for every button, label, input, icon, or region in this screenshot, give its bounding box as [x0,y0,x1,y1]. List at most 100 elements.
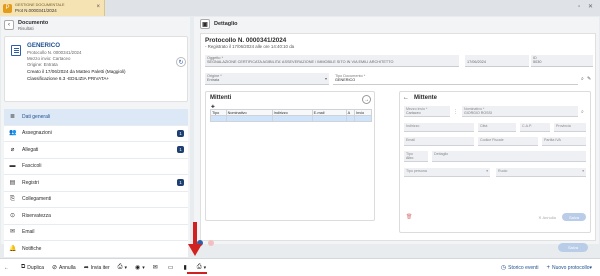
arrow-left-icon[interactable]: ← [403,95,411,103]
email-action[interactable]: ✉ [153,264,160,271]
nav-label: Collegamenti [22,196,52,203]
cap-field[interactable]: C.A.P. [520,123,550,132]
history-icon: ◷ [500,265,507,271]
nav-item-notifiche[interactable]: 🔔 Notifiche [4,241,188,258]
document-summary-card: GENERICO Protocollo N. 0000341/2024 Mezz… [4,36,188,102]
email-field[interactable]: Email [404,137,474,146]
field-label: Email [406,138,415,142]
mittente-detail: ← Mittente Mezzo invio * Cartaceo ⋮ Nomi… [399,91,591,233]
search-icon[interactable]: ⌕ [581,109,584,115]
origine-select[interactable]: Origine * Entrata ▾ [205,73,329,85]
field-value: Altro [406,156,414,160]
close-tab-icon[interactable]: × [96,4,100,10]
oggetto-field[interactable]: Oggetto * SEGNALAZIONE CERTIFICATA AGIBI… [205,55,459,67]
mezzo-invio-select[interactable]: Mezzo invio * Cartaceo [404,106,450,117]
nuovo-protocollo-button[interactable]: + Nuovo protocollo ▾ [546,265,592,271]
window-controls[interactable]: ▫ ✕ [578,3,596,10]
duplica-button[interactable]: ⧉ Duplica [21,264,44,271]
nav-label: Notifiche [22,245,42,252]
bell-icon: 🔔 [9,245,17,252]
chevron-down-icon: ▾ [582,169,584,173]
field-value: Cartaceo [406,111,421,115]
search-icon[interactable]: ⌕ [581,76,584,82]
chevron-down-icon: ▾ [124,264,127,271]
button-label: Duplica [27,264,44,271]
back-button[interactable]: ‹ [4,20,14,30]
field-label: C.A.P. [522,124,532,128]
tipo-documento-field[interactable]: Tipo Documento * GENERICO [333,73,578,85]
stamp-icon: ⎙ [117,264,123,270]
origin: Origine: Entrata [27,62,58,67]
annulla-button[interactable]: ✕ Annulla [534,213,560,221]
link-icon: ⎘ [10,196,15,203]
send-method: Mezzo invio: Cartaceo [27,56,71,61]
nav-label: Fascicoli [22,163,42,170]
annulla-protocollo-button[interactable]: ⊘ Annulla [52,264,76,272]
field-label: Codice Fiscale [480,138,504,142]
copy-icon: ⧉ [21,264,26,270]
field-value: GIORGIO ROSSI [464,111,492,115]
more-icon[interactable]: ⋮ [453,109,458,115]
action-toolbar: ← ⧉ Duplica ⊘ Annulla ➦ Invia iter ⎙ ▾ ◉ ▾ ✉ … [0,258,600,276]
nominativo-field[interactable]: Nominativo * GIORGIO ROSSI [462,106,578,117]
button-label: Nuovo protocollo [551,264,590,271]
nav-item-email[interactable]: ✉ Email [4,224,188,241]
field-label: Indirizzo [406,124,420,128]
document-type-title: GENERICO [27,42,61,49]
annotation-underline [187,272,207,274]
menu-icon[interactable]: ← [4,265,9,271]
partita-iva-field[interactable]: Partita IVA [542,137,586,146]
storico-eventi-button[interactable]: ◷ Storico eventi [500,264,539,272]
table-cell [345,115,356,122]
protocol-form: Protocollo N. 0000341/2024 - Registrato … [200,33,596,241]
table-cell [311,115,347,122]
button-label: Storico eventi [508,264,539,271]
tipo-select[interactable]: Tipo Altro [404,151,428,162]
nav-item-assegnazioni[interactable]: 👥 Assegnazioni 1 [4,125,188,142]
nav-item-dati-generali[interactable]: ≣ Dati generali [4,109,188,126]
collapse-icon[interactable]: ▣ [200,19,210,29]
nav-label: Riservatezza [22,212,51,219]
nav-item-collegamenti[interactable]: ⎘ Collegamenti [4,191,188,208]
stamp-dropdown[interactable]: ⎙ ▾ [118,264,127,271]
mittenti-section: Mittenti → ✚ Tipo Nominativo Indirizzo E… [205,91,375,221]
table-row[interactable] [210,115,372,122]
refresh-icon[interactable]: ↻ [176,57,186,67]
nav-item-registri[interactable]: ▤ Registri 1 [4,175,188,192]
tipo-persona-select[interactable]: Tipo persona ▾ [404,168,490,177]
invia-iter-button[interactable]: ➦ Invia iter [84,264,110,272]
trash-icon[interactable]: 🗑 [406,214,412,220]
created-info: Creato il 17/06/2024 da Matteo Paletti (… [27,69,126,74]
salva-button[interactable]: Salva [558,243,588,252]
provincia-field[interactable]: Provincia [554,123,586,132]
field-label: Tipo persona [406,169,427,173]
app-tab[interactable]: P GESTIONE DOCUMENTALE Prot N.0000341/20… [0,0,105,16]
ruolo-select[interactable]: Ruolo ▾ [496,168,586,177]
edit-icon[interactable]: ✎ [587,76,591,82]
document-action[interactable]: ▮ [183,264,188,271]
document-panel: ‹ Documento Risultati GENERICO Protocoll… [1,17,190,258]
error-icon[interactable] [207,240,214,246]
detail-header: ▣ Dettaglio [194,17,238,31]
indirizzo-field[interactable]: Indirizzo [404,123,474,132]
globe-dropdown[interactable]: ◉ ▾ [135,264,145,272]
nav-item-allegati[interactable]: ⌀ Allegati 1 [4,142,188,159]
print-dropdown[interactable]: ⎙ ▾ [197,264,206,271]
protocol-title: Protocollo N. 0000341/2024 [205,37,287,44]
mail-icon: ✉ [152,265,158,271]
dettaglio-field[interactable]: Dettaglio [432,151,586,162]
attachment-icon: ⌀ [10,146,15,153]
arrow-right-icon[interactable]: → [362,95,371,104]
salva-mittente-button[interactable]: Salva [562,213,586,221]
citta-field[interactable]: Città [478,123,516,132]
codice-fiscale-field[interactable]: Codice Fiscale [478,137,538,146]
field-value: GENERICO [335,78,356,82]
chevron-down-icon: ▾ [486,169,488,173]
nav-label: Registri [22,179,39,186]
archive-action[interactable]: ▭ [168,264,176,271]
nav-item-fascicoli[interactable]: ▬ Fascicoli [4,158,188,175]
date-field[interactable]: 17/06/2024 [465,55,529,67]
results-link[interactable]: Risultati [18,26,48,31]
field-label: Provincia [556,124,571,128]
nav-item-riservatezza[interactable]: ⊙ Riservatezza [4,208,188,225]
